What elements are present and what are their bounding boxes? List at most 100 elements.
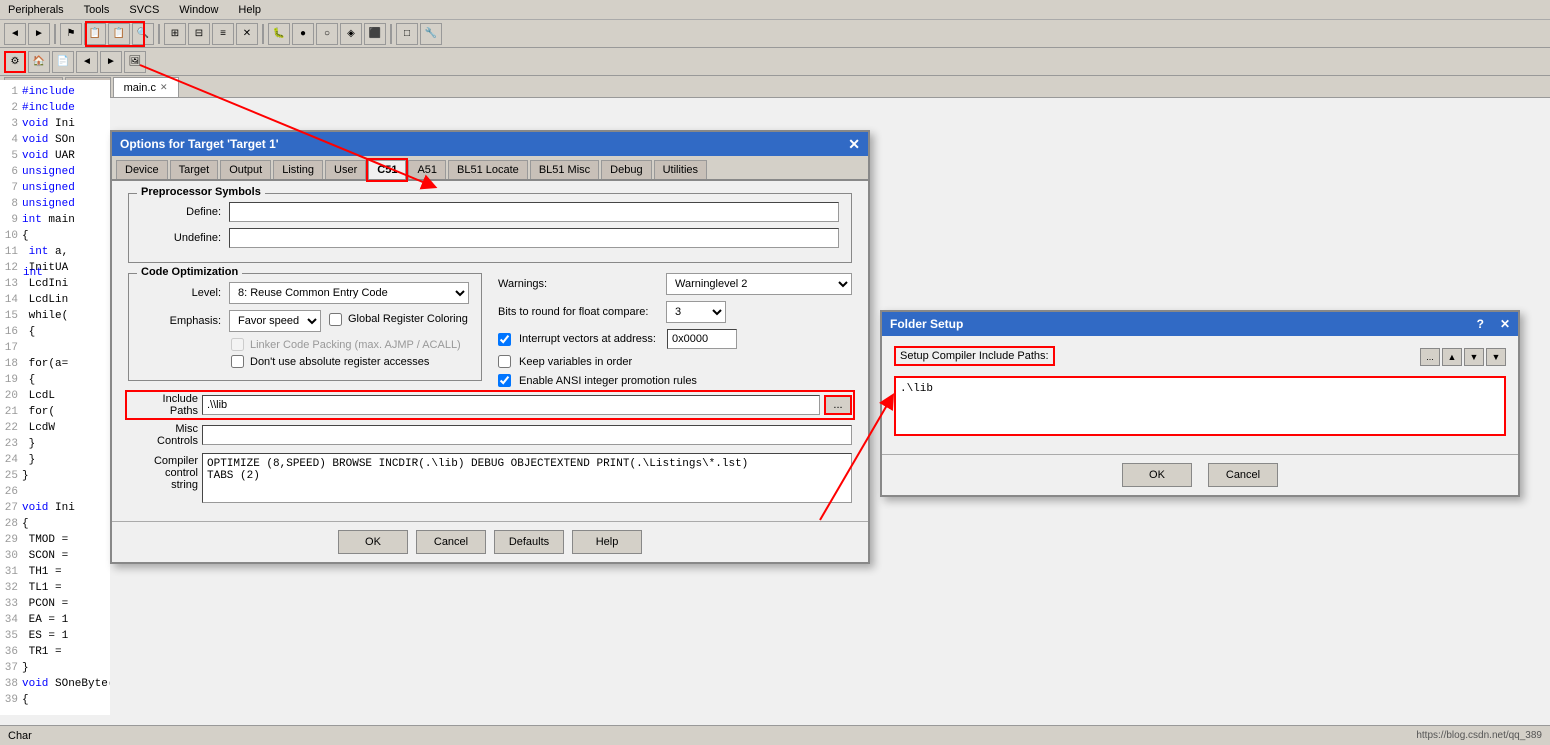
image-button[interactable]: 🖼	[124, 51, 146, 73]
warnings-select[interactable]: Warninglevel 2	[666, 273, 852, 295]
dtab-a51[interactable]: A51	[408, 160, 446, 179]
folder-expand-btn[interactable]: ▼	[1486, 348, 1506, 366]
emphasis-select[interactable]: Favor speed	[229, 310, 321, 332]
options-dialog-body: Preprocessor Symbols Define: Undefine: C…	[112, 181, 868, 521]
status-bar: Char https://blog.csdn.net/qq_389	[0, 725, 1550, 745]
level-row: Level: 8: Reuse Common Entry Code	[141, 282, 469, 304]
download-button[interactable]: ✕	[236, 23, 258, 45]
no-abs-reg-row: Don't use absolute register accesses	[231, 355, 469, 368]
include-paths-label: Include Paths	[128, 393, 198, 417]
ide-window: Peripherals Tools SVCS Window Help ◄ ► ⚑…	[0, 0, 1550, 745]
wrench-button[interactable]: 🔧	[420, 23, 442, 45]
help-button[interactable]: Help	[572, 530, 642, 554]
global-reg-row: Global Register Coloring	[329, 313, 468, 326]
misc-controls-input[interactable]	[202, 425, 852, 445]
options-dialog-close[interactable]: ✕	[848, 136, 860, 153]
dtab-device[interactable]: Device	[116, 160, 168, 179]
dtab-utilities[interactable]: Utilities	[654, 160, 707, 179]
toolbar-1: ◄ ► ⚑ 📋 📋 🔍 ⊞ ⊟ ≡ ✕ 🐛 ● ○ ◈ ⬛ □ 🔧	[0, 20, 1550, 48]
defaults-button[interactable]: Defaults	[494, 530, 564, 554]
keep-vars-label: Keep variables in order	[519, 356, 632, 368]
folder-up-btn[interactable]: ▲	[1442, 348, 1462, 366]
global-reg-check[interactable]	[329, 313, 342, 326]
folder-dialog: Folder Setup ? ✕ Setup Compiler Include …	[880, 310, 1520, 497]
interrupt-label: Interrupt vectors at address:	[519, 333, 659, 345]
no-abs-reg-check[interactable]	[231, 355, 244, 368]
preprocessor-section: Preprocessor Symbols Define: Undefine:	[128, 193, 852, 263]
level-select[interactable]: 8: Reuse Common Entry Code	[229, 282, 469, 304]
folder-ok-button[interactable]: OK	[1122, 463, 1192, 487]
dtab-target[interactable]: Target	[170, 160, 219, 179]
ansi-check[interactable]	[498, 374, 511, 387]
flag-button[interactable]: ⚑	[60, 23, 82, 45]
find-button[interactable]: 🔍	[132, 23, 154, 45]
include-paths-input[interactable]	[202, 395, 820, 415]
define-input[interactable]	[229, 202, 839, 222]
tab-main[interactable]: main.c ✕	[113, 77, 179, 97]
bits-select[interactable]: 3	[666, 301, 726, 323]
linker-pack-check	[231, 338, 244, 351]
menu-window[interactable]: Window	[175, 2, 222, 18]
back-button[interactable]: ◄	[4, 23, 26, 45]
right-options-section: Warnings: Warninglevel 2 Bits to round f…	[498, 273, 852, 393]
step-button[interactable]: ○	[316, 23, 338, 45]
dtab-c51[interactable]: C51	[368, 160, 406, 179]
run-button[interactable]: ●	[292, 23, 314, 45]
dtab-user[interactable]: User	[325, 160, 366, 179]
home-button[interactable]: 🏠	[28, 51, 50, 73]
folder-cancel-button[interactable]: Cancel	[1208, 463, 1278, 487]
folder-header-row: Setup Compiler Include Paths: ... ▲ ▼ ▼	[894, 346, 1506, 372]
int-keyword: int	[23, 267, 43, 279]
status-char: Char	[8, 730, 32, 742]
menu-tools[interactable]: Tools	[80, 2, 114, 18]
dtab-listing[interactable]: Listing	[273, 160, 323, 179]
interrupt-input[interactable]	[667, 329, 737, 349]
cancel-button[interactable]: Cancel	[416, 530, 486, 554]
browse-button[interactable]: ...	[824, 395, 852, 415]
debug-start[interactable]: 🐛	[268, 23, 290, 45]
undef-input[interactable]	[229, 228, 839, 248]
warnings-row: Warnings: Warninglevel 2	[498, 273, 852, 295]
copy-button[interactable]: 📋	[84, 23, 106, 45]
compiler-ctrl-textarea[interactable]: OPTIMIZE (8,SPEED) BROWSE INCDIR(.\lib) …	[202, 453, 852, 503]
menu-bar: Peripherals Tools SVCS Window Help	[0, 0, 1550, 20]
folder-close-btn[interactable]: ✕	[1500, 317, 1510, 331]
settings-button[interactable]: □	[396, 23, 418, 45]
misc-controls-label: Misc Controls	[128, 423, 198, 447]
tabs-bar: reg52.h lcd.h main.c ✕	[0, 76, 1550, 98]
folder-down-btn[interactable]: ▼	[1464, 348, 1484, 366]
tab-close-main[interactable]: ✕	[160, 82, 168, 93]
magic-button[interactable]: ⚙	[4, 51, 26, 73]
menu-help[interactable]: Help	[234, 2, 265, 18]
keep-vars-check[interactable]	[498, 355, 511, 368]
forward-button[interactable]: ►	[28, 23, 50, 45]
bits-row: Bits to round for float compare: 3	[498, 301, 852, 323]
toolbar-2: ⚙ 🏠 📄 ◄ ► 🖼	[0, 48, 1550, 76]
interrupt-row: Interrupt vectors at address:	[498, 329, 852, 349]
reset-button[interactable]: ⬛	[364, 23, 386, 45]
code-opt-box: Code Optimization Level: 8: Reuse Common…	[128, 273, 482, 381]
ansi-label: Enable ANSI integer promotion rules	[519, 375, 697, 387]
ok-button[interactable]: OK	[338, 530, 408, 554]
folder-browse-btn[interactable]: ...	[1420, 348, 1440, 366]
paste-button[interactable]: 📋	[108, 23, 130, 45]
code-opt-section: Code Optimization Level: 8: Reuse Common…	[128, 273, 482, 393]
status-url: https://blog.csdn.net/qq_389	[1416, 730, 1542, 741]
dtab-output[interactable]: Output	[220, 160, 271, 179]
dtab-bl51-misc[interactable]: BL51 Misc	[530, 160, 599, 179]
interrupt-check[interactable]	[498, 333, 511, 346]
menu-peripherals[interactable]: Peripherals	[4, 2, 68, 18]
build-button[interactable]: ⊞	[164, 23, 186, 45]
dtab-bl51-locate[interactable]: BL51 Locate	[448, 160, 528, 179]
menu-svcs[interactable]: SVCS	[125, 2, 163, 18]
folder-help-btn[interactable]: ?	[1477, 317, 1484, 331]
newfile-button[interactable]: 📄	[52, 51, 74, 73]
prev-button[interactable]: ◄	[76, 51, 98, 73]
code-editor[interactable]: 1#include 2#include 3void Ini 4void SOn …	[0, 80, 110, 715]
stop-button[interactable]: ≡	[212, 23, 234, 45]
next-button[interactable]: ►	[100, 51, 122, 73]
folder-dialog-title: Folder Setup ? ✕	[882, 312, 1518, 336]
rebuild-button[interactable]: ⊟	[188, 23, 210, 45]
dtab-debug[interactable]: Debug	[601, 160, 651, 179]
over-button[interactable]: ◈	[340, 23, 362, 45]
